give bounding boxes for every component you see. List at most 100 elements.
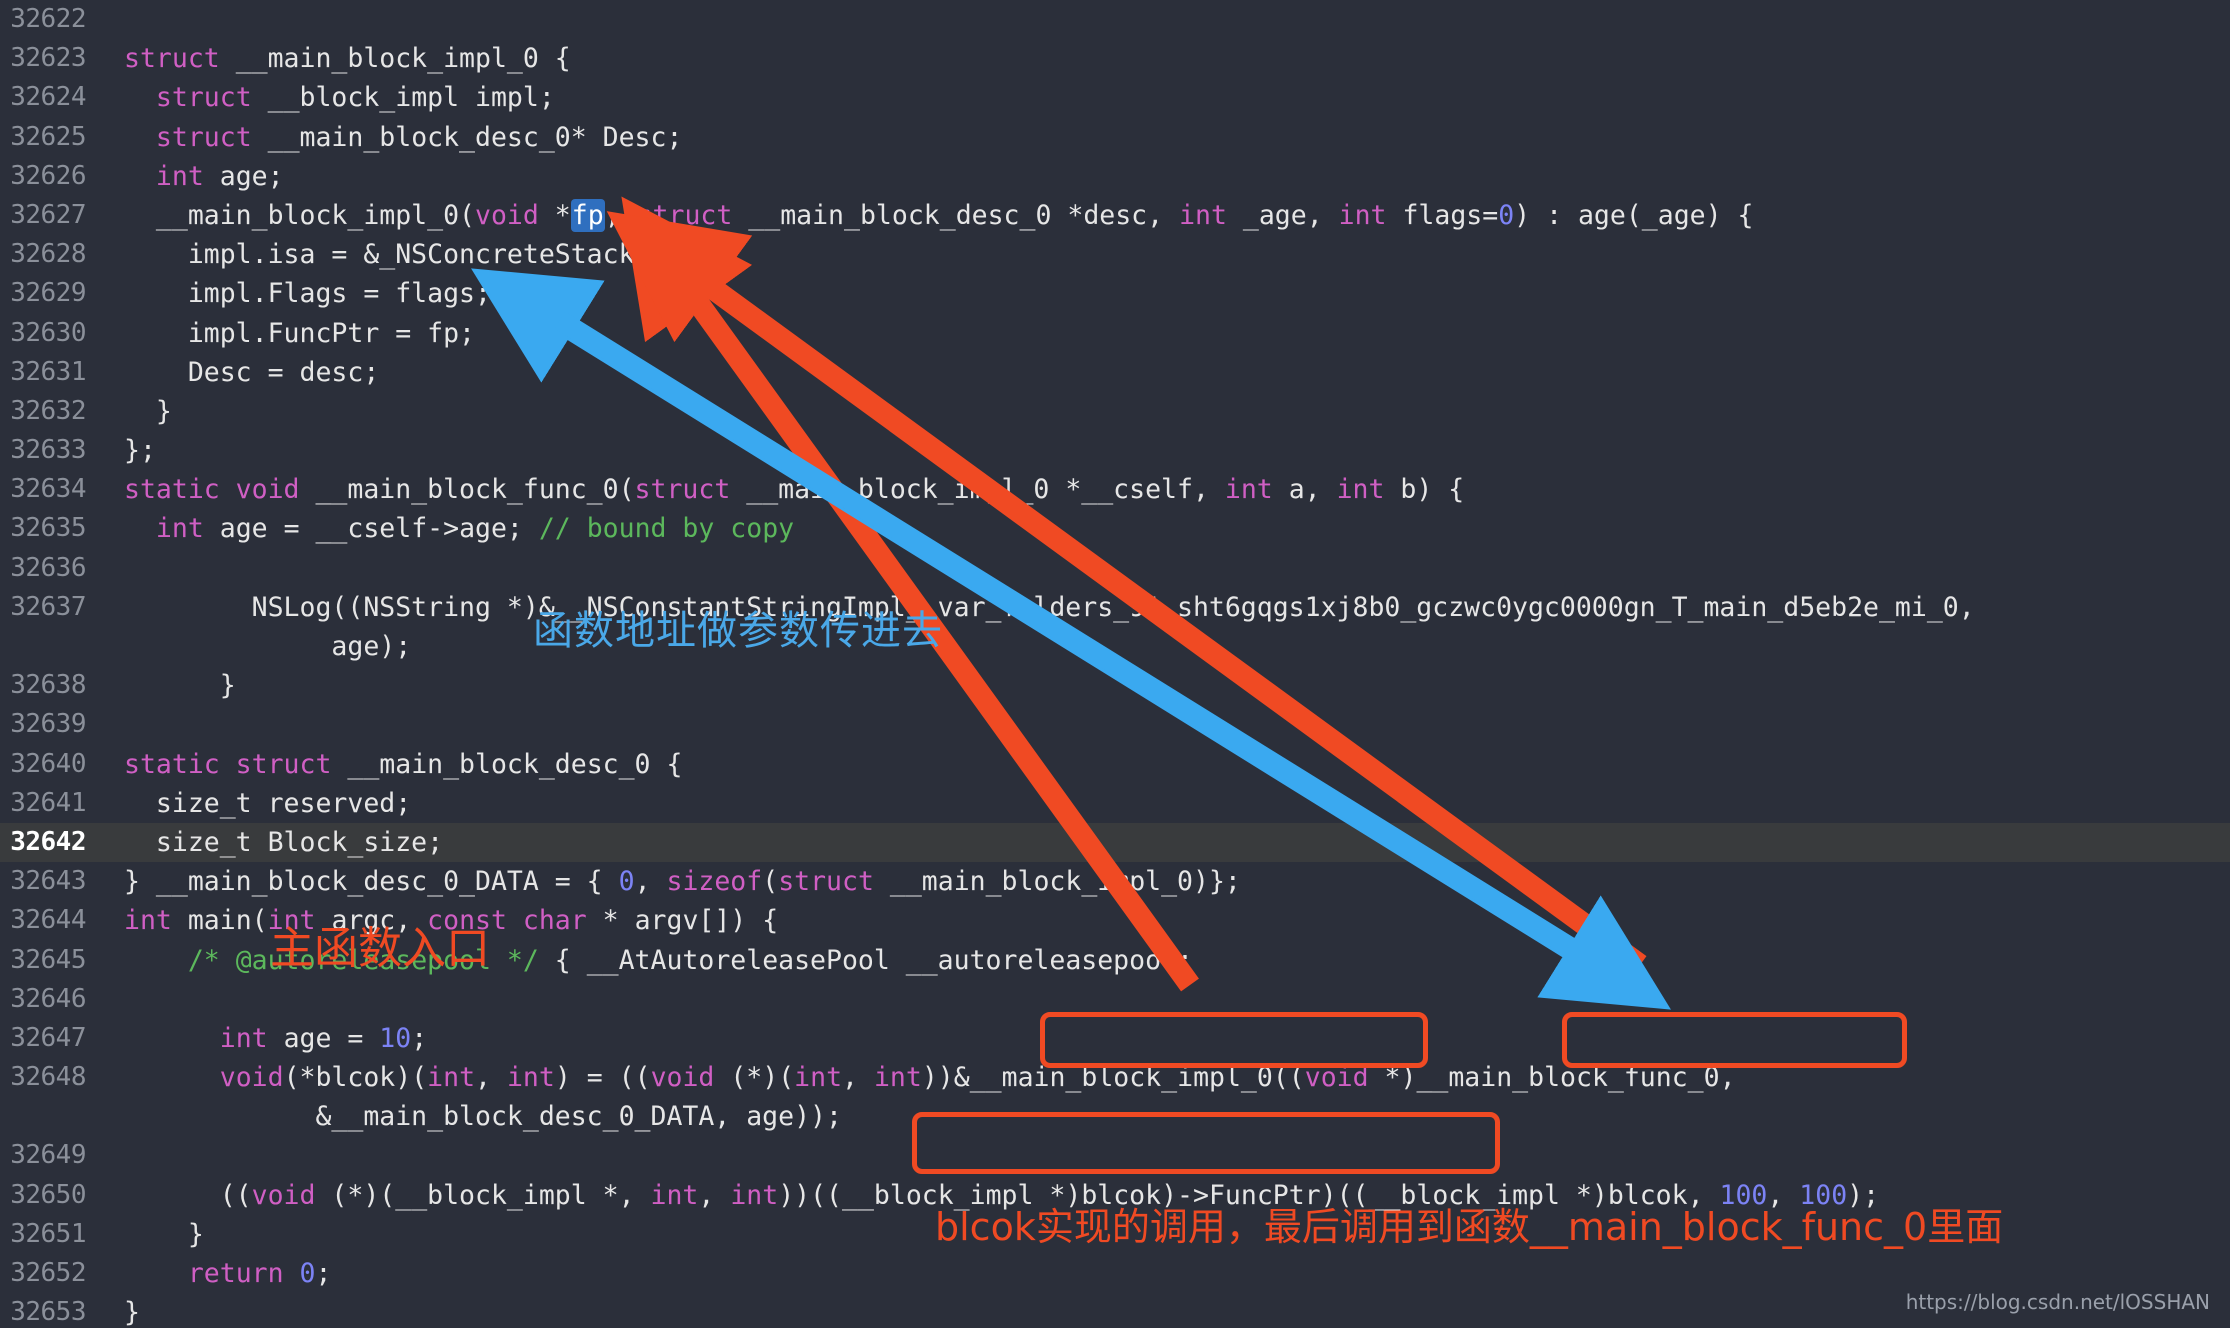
code-line[interactable]: 32644 int main(int argc, const char * arg… xyxy=(0,901,2230,940)
code-line[interactable]: 32635 int age = __cself->age; // bound b… xyxy=(0,509,2230,548)
code-line[interactable]: 32626 int age; xyxy=(0,157,2230,196)
line-code[interactable]: static struct __main_block_desc_0 { xyxy=(104,745,2230,784)
code-editor[interactable]: 32622 32623 struct __main_block_impl_0 {32… xyxy=(0,0,2230,1328)
code-token: * argv[]) { xyxy=(602,905,779,937)
line-number: 32631 xyxy=(10,356,86,387)
code-line[interactable]: 32649 xyxy=(0,1136,2230,1175)
line-code[interactable]: int main(int argc, const char * argv[]) … xyxy=(104,901,2230,940)
line-code[interactable]: struct __main_block_desc_0* Desc; xyxy=(104,118,2230,157)
line-number: 32625 xyxy=(10,121,86,152)
code-token: /* @autoreleasepool */ xyxy=(187,944,539,976)
code-token: 100 xyxy=(1799,1179,1848,1211)
line-code[interactable]: /* @autoreleasepool */ { __AtAutorelease… xyxy=(104,941,2230,980)
line-code[interactable]: Desc = desc; xyxy=(104,353,2230,392)
line-number: 32651 xyxy=(10,1218,86,1249)
code-line[interactable]: 32633}; xyxy=(0,431,2230,470)
code-line[interactable]: 32645 /* @autoreleasepool */ { __AtAutor… xyxy=(0,941,2230,980)
line-code[interactable]: struct __block_impl impl; xyxy=(104,78,2230,117)
code-token: ))&__main_block_impl_0(( xyxy=(921,1062,1305,1094)
code-line[interactable]: 32651 } xyxy=(0,1215,2230,1254)
code-token: int xyxy=(1179,199,1243,231)
code-line[interactable]: 32627 __main_block_impl_0(void *fp, stru… xyxy=(0,196,2230,235)
code-token: int xyxy=(124,905,188,937)
line-code[interactable]: return 0; xyxy=(104,1254,2230,1293)
code-token: int xyxy=(155,160,220,192)
code-token: b) { xyxy=(1400,474,1465,506)
code-token: __main_block_impl_0)}; xyxy=(889,866,1241,898)
code-line[interactable]: 32622 xyxy=(0,0,2230,39)
code-line[interactable]: 32652 return 0; xyxy=(0,1254,2230,1293)
line-number: 32641 xyxy=(10,787,86,818)
code-token: int xyxy=(873,1062,922,1094)
code-token: (*)(__block_impl *, xyxy=(331,1179,651,1211)
code-line[interactable]: 32636 xyxy=(0,549,2230,588)
code-line[interactable]: 32647 int age = 10; xyxy=(0,1019,2230,1058)
code-line[interactable]: 32632 } xyxy=(0,392,2230,431)
code-token: __main_block_impl_0 { xyxy=(235,43,571,75)
code-line-current[interactable]: 32642 size_t Block_size; xyxy=(0,822,2230,863)
code-token: *)__main_block_func_0, xyxy=(1384,1062,1736,1094)
code-token: , xyxy=(604,199,637,231)
line-code[interactable]: NSLog((NSString *)&__NSConstantStringImp… xyxy=(104,588,2230,666)
code-line[interactable]: 32634 static void __main_block_func_0(str… xyxy=(0,470,2230,509)
line-number: 32637 xyxy=(10,591,86,622)
line-code[interactable]: int age = 10; xyxy=(104,1019,2230,1058)
code-token: static void xyxy=(124,474,316,506)
line-code[interactable]: impl.FuncPtr = fp; xyxy=(104,314,2230,353)
line-code[interactable]: size_t reserved; xyxy=(104,784,2230,823)
line-number: 32636 xyxy=(10,552,86,583)
code-token: ; xyxy=(411,1022,428,1054)
code-token: int xyxy=(506,1062,555,1094)
code-line[interactable]: 32653} xyxy=(0,1293,2230,1328)
code-token: } xyxy=(124,395,172,427)
code-token: ; xyxy=(315,1258,332,1290)
code-line[interactable]: 32650 ((void (*)(__block_impl *, int, in… xyxy=(0,1176,2230,1215)
code-line[interactable]: 32625 struct __main_block_desc_0* Desc; xyxy=(0,118,2230,157)
line-number: 32649 xyxy=(10,1140,86,1171)
line-code[interactable]: size_t Block_size; xyxy=(104,823,2230,862)
line-code[interactable]: impl.Flags = flags; xyxy=(104,274,2230,313)
line-code[interactable]: impl.isa = &_NSConcreteStackBlock; xyxy=(104,235,2230,274)
line-code[interactable]: int age = __cself->age; // bound by copy xyxy=(104,509,2230,548)
code-line[interactable]: 32639 xyxy=(0,705,2230,744)
code-line[interactable]: 32629 impl.Flags = flags; xyxy=(0,274,2230,313)
line-code[interactable]: static void __main_block_func_0(struct _… xyxy=(104,470,2230,509)
code-line[interactable]: 32630 impl.FuncPtr = fp; xyxy=(0,314,2230,353)
line-code[interactable]: ((void (*)(__block_impl *, int, int))((_… xyxy=(104,1176,2230,1215)
code-token: 0 xyxy=(618,866,635,898)
code-line[interactable]: 32640 static struct __main_block_desc_0 { xyxy=(0,745,2230,784)
line-number: 32630 xyxy=(10,317,86,348)
code-line[interactable]: 32624 struct __block_impl impl; xyxy=(0,78,2230,117)
code-line[interactable]: 32623 struct __main_block_impl_0 { xyxy=(0,39,2230,78)
line-code[interactable]: int age; xyxy=(104,157,2230,196)
line-code[interactable]: } xyxy=(104,1293,2230,1328)
code-line[interactable]: 32643 } __main_block_desc_0_DATA = { 0, s… xyxy=(0,862,2230,901)
code-token: , xyxy=(1767,1179,1800,1211)
code-token: int xyxy=(650,1179,699,1211)
code-line[interactable]: 32631 Desc = desc; xyxy=(0,353,2230,392)
line-code[interactable]: } xyxy=(104,392,2230,431)
code-line[interactable]: 32648 void(*blcok)(int, int) = ((void (*… xyxy=(0,1058,2230,1136)
line-code[interactable]: }; xyxy=(104,431,2230,470)
line-code[interactable]: } xyxy=(104,1215,2230,1254)
line-code[interactable]: struct __main_block_impl_0 { xyxy=(104,39,2230,78)
code-token: ))((__block_impl *)blcok)->FuncPtr)((__b… xyxy=(778,1179,1720,1211)
line-code[interactable]: } __main_block_desc_0_DATA = { 0, sizeof… xyxy=(104,862,2230,901)
code-line[interactable]: 32628 impl.isa = &_NSConcreteStackBlock; xyxy=(0,235,2230,274)
line-code[interactable]: __main_block_impl_0(void *fp, struct __m… xyxy=(104,196,2230,235)
line-number: 32646 xyxy=(10,983,86,1014)
line-code[interactable]: void(*blcok)(int, int) = ((void (*)(int,… xyxy=(104,1058,2230,1136)
code-token: struct xyxy=(124,43,236,75)
code-lines-container[interactable]: 32622 32623 struct __main_block_impl_0 {32… xyxy=(0,0,2230,1328)
code-token: { __AtAutoreleasePool __autoreleasepool; xyxy=(538,944,1193,976)
code-line[interactable]: 32641 size_t reserved; xyxy=(0,784,2230,823)
code-line[interactable]: 32646 xyxy=(0,980,2230,1019)
line-number: 32643 xyxy=(10,866,86,897)
line-number: 32653 xyxy=(10,1297,86,1328)
code-line[interactable]: 32637 NSLog((NSString *)&__NSConstantStr… xyxy=(0,588,2230,666)
code-line[interactable]: 32638 } xyxy=(0,666,2230,705)
line-code[interactable]: } xyxy=(104,666,2230,705)
